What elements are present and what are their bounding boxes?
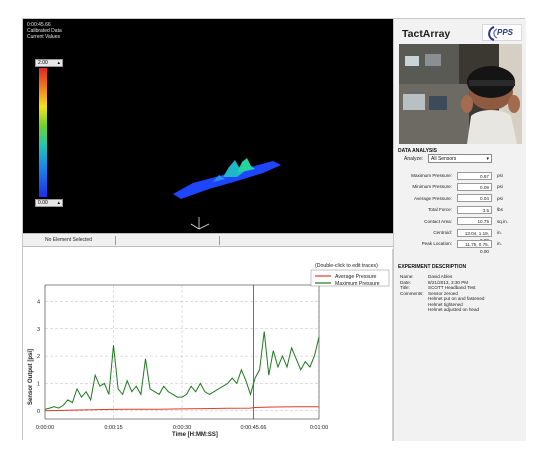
experiment-value: SCOTT Headband Test [428, 285, 476, 291]
experiment-key: Title: [400, 285, 410, 291]
scale-min-value: 0.00 [38, 200, 48, 206]
y-tick-label: 0 [37, 409, 40, 415]
value-mode: Current Values [27, 34, 60, 40]
app-title: TactArray [402, 28, 451, 40]
status-bar: No Element Selected [23, 233, 393, 247]
metric-row: Peak Location: 11.75, 0.75, 0.00 in. [404, 239, 522, 254]
scale-min-spinner[interactable]: 0.00 ▴ [35, 199, 63, 207]
x-axis-label: Time [H:MM:SS] [172, 432, 218, 438]
experiment-key: Comments: [400, 290, 424, 296]
metric-unit: psi [497, 173, 503, 178]
logo-text: PPS [497, 28, 514, 37]
metric-unit: in. [497, 230, 502, 235]
metric-value: 0.67 [457, 171, 492, 180]
x-tick-label: 0:00:15 [104, 425, 122, 431]
experiment-value: David Ables [428, 274, 453, 279]
x-tick-label: 0:01:00 [310, 425, 328, 431]
color-gradient-bar [39, 68, 47, 197]
metric-unit: lbs [497, 207, 503, 213]
selection-status: No Element Selected [45, 237, 92, 243]
metric-label: Total Force: [428, 207, 452, 213]
chevron-down-icon[interactable]: ▾ [486, 155, 489, 163]
metric-value: 3.5 [457, 205, 492, 214]
x-tick-label: 0:00:00 [36, 425, 54, 431]
axis-triad-icon [190, 217, 210, 230]
edit-traces-hint: (Double-click to edit traces) [315, 263, 378, 269]
metric-label: Maximum Pressure: [411, 173, 452, 178]
y-tick-label: 4 [37, 299, 40, 305]
metric-label: Minimum Pressure: [412, 184, 452, 190]
experiment-photo [399, 44, 522, 144]
metric-value: 0.04 [457, 194, 492, 203]
y-axis-label: Sensor Output [psi] [28, 349, 34, 405]
experiment-value: 8/21/2013, 3:30 PM [428, 279, 469, 285]
status-divider [219, 236, 220, 245]
x-tick-label: 0:00:30 [173, 425, 191, 431]
metric-unit: sq.in. [497, 218, 508, 224]
view-info: 0:00:45.66 Calibrated Data Current Value… [27, 22, 62, 40]
y-tick-label: 2 [37, 354, 40, 360]
spinner-arrows-icon[interactable]: ▴ [57, 60, 60, 66]
experiment-title: EXPERIMENT DESCRIPTION [398, 264, 467, 270]
metric-value: 0.09 [457, 182, 492, 191]
3d-scene[interactable] [23, 19, 393, 233]
right-info-panel: TactArray PPS DATA ANALYSIS Analyze: All… [393, 19, 526, 441]
pressure-chart[interactable]: 0 1 2 3 4 0:00:00 0:00:15 0:00:30 0:00:45.66 0:01… [23, 249, 393, 441]
legend-label: Maximum Pressure [335, 281, 380, 287]
y-tick-label: 3 [37, 327, 40, 333]
3d-pressure-view[interactable]: 0:00:45.66 Calibrated Data Current Value… [23, 19, 393, 233]
metric-unit: psi [497, 184, 503, 190]
status-divider [115, 236, 116, 245]
metric-row: Average Pressure: 0.04 psi [404, 194, 522, 203]
analyze-dropdown[interactable]: All Sensors ▾ [428, 154, 492, 163]
metric-row: Minimum Pressure: 0.09 psi [404, 182, 522, 191]
spinner-arrows-icon[interactable]: ▴ [57, 200, 60, 206]
experiment-key: Date: [400, 279, 411, 285]
metric-value: 10.75 [457, 217, 492, 226]
comment-text: Helmet adjusted on head [428, 307, 480, 313]
metric-label: Peak Location: [421, 241, 452, 247]
analyze-label: Analyze: [404, 156, 424, 162]
metric-label: Contact Area: [424, 218, 452, 224]
legend-label: Average Pressure [335, 274, 377, 280]
metric-row: Maximum Pressure: 0.67 psi [404, 171, 522, 180]
scale-max-value: 2.00 [38, 60, 48, 66]
chart-legend[interactable]: (Double-click to edit traces) Average Pre… [310, 263, 390, 287]
color-scale: 2.00 ▴ 0.00 ▴ [35, 59, 63, 207]
analyze-value: All Sensors [431, 156, 457, 162]
sensor-strip-surface [173, 161, 281, 199]
metric-value: 11.75, 0.75, 0.00 [457, 239, 492, 254]
metric-row: Contact Area: 10.75 sq.in. [404, 217, 522, 226]
pressure-graph-panel[interactable]: 0 1 2 3 4 0:00:00 0:00:15 0:00:30 0:00:45.66 0:01… [23, 249, 393, 441]
y-tick-label: 1 [37, 381, 40, 387]
metric-unit: in. [497, 241, 502, 247]
metric-unit: psi [497, 195, 503, 201]
x-tick-label: 0:00:45.66 [241, 425, 267, 431]
pps-logo: PPS [482, 24, 522, 41]
photo-illustration [399, 44, 522, 144]
experiment-description: EXPERIMENT DESCRIPTION Name: David Ables D… [394, 264, 527, 441]
metric-value: 13.04, 1.19, 0.00 [457, 228, 492, 243]
metric-label: Centroid: [433, 230, 452, 235]
metric-row: Centroid: 13.04, 1.19, 0.00 in. [404, 228, 522, 243]
experiment-key: Name: [400, 274, 414, 279]
chart-grid [44, 285, 320, 419]
tactarray-window: 0:00:45.66 Calibrated Data Current Value… [22, 18, 526, 441]
metric-row: Total Force: 3.5 lbs [404, 205, 522, 214]
experiment-value: Sensor zeroed [428, 290, 458, 296]
metric-label: Average Pressure: [414, 195, 452, 201]
scale-max-spinner[interactable]: 2.00 ▴ [35, 59, 63, 67]
